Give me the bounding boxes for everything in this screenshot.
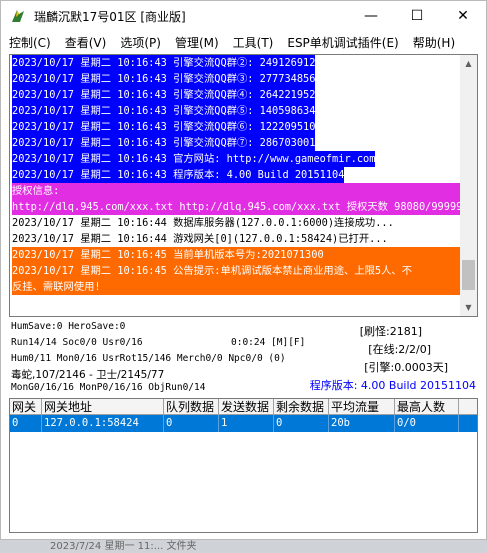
log-line: 2023/10/17 星期二 10:16:43 引擎交流QQ群④: 264221…	[12, 87, 316, 103]
status-uptime: 0:0:24 [M][F]	[231, 337, 306, 348]
log-line: 2023/10/17 星期二 10:16:45 公告提示:单机调试版本禁止商业用…	[10, 263, 460, 279]
log-scrollbar[interactable]: ▲ ▼	[460, 55, 477, 316]
menu-manage[interactable]: 管理(M)	[175, 34, 219, 51]
program-version: 程序版本: 4.00 Build 20151104	[309, 379, 476, 392]
cell-queue: 0	[164, 415, 219, 432]
maximize-button[interactable]: ☐	[394, 1, 440, 31]
title-bar: 瑞麟沉默17号01区 [商业版] — ☐ ✕	[1, 1, 486, 31]
status-panel: HumSave:0 HeroSave:0 Run14/14 Soc0/0 Usr…	[9, 319, 478, 397]
engine-days: [引擎:0.0003天]	[364, 361, 448, 374]
cell-remaining: 0	[274, 415, 329, 432]
status-mon: MonG0/16/16 MonP0/16/16 ObjRun0/14	[11, 382, 206, 393]
log-line: http://dlq.945.com/xxx.txt http://dlq.94…	[12, 199, 460, 215]
online-count: [在线:2/2/0]	[368, 343, 431, 356]
header-remaining[interactable]: 剩余数据	[274, 399, 329, 414]
log-line: 反挂、需联网使用!	[10, 279, 460, 295]
menu-help[interactable]: 帮助(H)	[413, 34, 455, 51]
app-window: 瑞麟沉默17号01区 [商业版] — ☐ ✕ 控制(C) 查看(V) 选项(P)…	[0, 0, 487, 540]
log-line: 2023/10/17 星期二 10:16:43 引擎交流QQ群⑦: 286703…	[12, 135, 316, 151]
log-line: 2023/10/17 星期二 10:16:45 当前单机版本号为:2021071…	[10, 247, 460, 263]
header-gateway[interactable]: 网关	[10, 399, 42, 414]
menu-esp-plugin[interactable]: ESP单机调试插件(E)	[287, 34, 398, 51]
scroll-thumb[interactable]	[462, 260, 475, 290]
background-window-peek: 2023/7/24 星期一 11:... 文件夹	[0, 540, 487, 553]
app-logo-icon	[12, 10, 24, 22]
scroll-up-icon[interactable]: ▲	[460, 55, 477, 72]
log-line: 2023/10/17 星期二 10:16:44 游戏网关[0](127.0.0.…	[12, 233, 388, 245]
minimize-button[interactable]: —	[348, 1, 394, 31]
scroll-down-icon[interactable]: ▼	[460, 299, 477, 316]
header-sent[interactable]: 发送数据	[219, 399, 274, 414]
gateway-table: 网关 网关地址 队列数据 发送数据 剩余数据 平均流量 最高人数 0 127.0…	[9, 398, 478, 533]
status-monster: 毒蛇,107/2146 - 卫士/2145/77	[11, 369, 165, 381]
window-title: 瑞麟沉默17号01区 [商业版]	[34, 9, 186, 24]
status-save: HumSave:0 HeroSave:0	[11, 321, 126, 332]
cell-gateway: 0	[10, 415, 42, 432]
cell-avg-traffic: 20b	[329, 415, 395, 432]
log-line: 2023/10/17 星期二 10:16:43 程序版本: 4.00 Build…	[12, 167, 345, 183]
log-line: 2023/10/17 星期二 10:16:43 引擎交流QQ群③: 277734…	[12, 71, 316, 87]
menu-bar: 控制(C) 查看(V) 选项(P) 管理(M) 工具(T) ESP单机调试插件(…	[1, 31, 486, 53]
close-button[interactable]: ✕	[440, 1, 486, 31]
cell-max-users: 0/0	[395, 415, 459, 432]
log-line: 2023/10/17 星期二 10:16:43 引擎交流QQ群⑥: 122209…	[12, 119, 316, 135]
log-line: 2023/10/17 星期二 10:16:43 引擎交流QQ群⑤: 140598…	[12, 103, 316, 119]
log-lines: 2023/10/17 星期二 10:16:43 引擎交流QQ群②: 249126…	[10, 55, 460, 295]
cell-address: 127.0.0.1:58424	[42, 415, 164, 432]
menu-options[interactable]: 选项(P)	[120, 34, 161, 51]
log-line: 2023/10/17 星期二 10:16:43 引擎交流QQ群②: 249126…	[12, 55, 316, 71]
status-run: Run14/14 Soc0/0 Usr0/16	[11, 337, 143, 348]
header-max-users[interactable]: 最高人数	[395, 399, 459, 414]
refresh-count: [刷怪:2181]	[359, 325, 422, 338]
log-line: 2023/10/17 星期二 10:16:43 官方网站: http://www…	[12, 151, 376, 167]
header-queue[interactable]: 队列数据	[164, 399, 219, 414]
header-avg-traffic[interactable]: 平均流量	[329, 399, 395, 414]
menu-tools[interactable]: 工具(T)	[233, 34, 274, 51]
header-address[interactable]: 网关地址	[42, 399, 164, 414]
table-header: 网关 网关地址 队列数据 发送数据 剩余数据 平均流量 最高人数	[10, 399, 477, 415]
cell-sent: 1	[219, 415, 274, 432]
log-panel[interactable]: 2023/10/17 星期二 10:16:43 引擎交流QQ群②: 249126…	[9, 54, 478, 317]
log-line: 2023/10/17 星期二 10:16:44 数据库服务器(127.0.0.1…	[12, 217, 394, 229]
menu-control[interactable]: 控制(C)	[9, 34, 51, 51]
log-line: 授权信息:	[10, 183, 460, 199]
menu-view[interactable]: 查看(V)	[65, 34, 107, 51]
status-hum: Hum0/11 Mon0/16 UsrRot15/146 Merch0/0 Np…	[11, 353, 286, 364]
table-row[interactable]: 0 127.0.0.1:58424 0 1 0 20b 0/0	[10, 415, 477, 432]
